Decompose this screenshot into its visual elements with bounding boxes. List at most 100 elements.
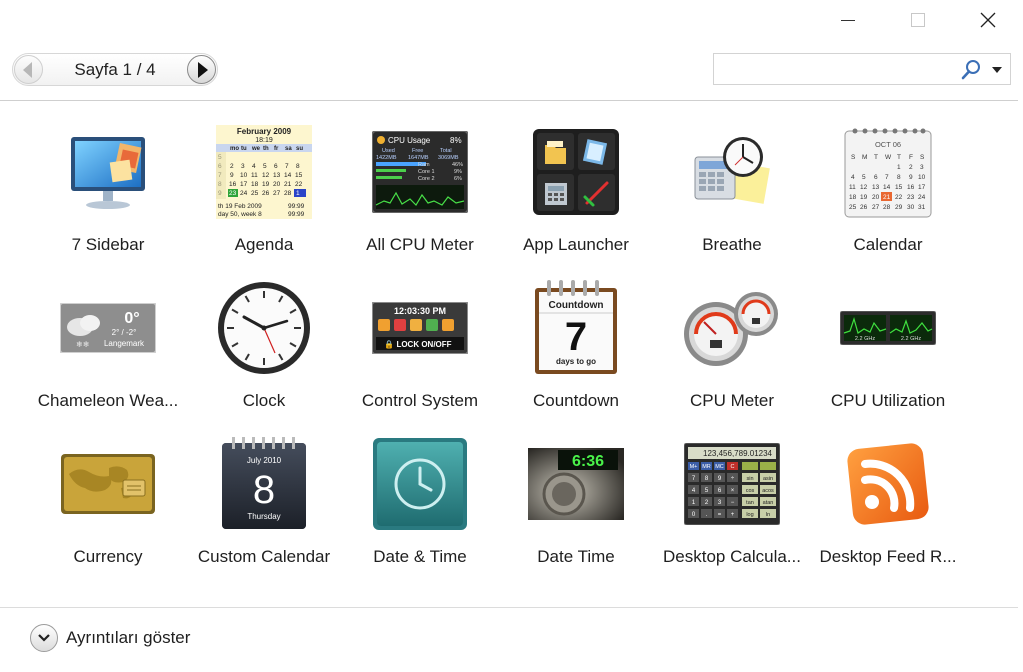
svg-text:19: 19 bbox=[860, 194, 868, 201]
cpu-utilization-gadget-icon: 2.2 GHz 2.2 GHz bbox=[838, 278, 938, 378]
svg-text:28: 28 bbox=[883, 204, 891, 211]
svg-text:13: 13 bbox=[273, 172, 281, 179]
svg-text:23: 23 bbox=[907, 194, 915, 201]
svg-text:29: 29 bbox=[895, 204, 903, 211]
next-page-button[interactable] bbox=[187, 55, 216, 84]
svg-text:MR: MR bbox=[702, 464, 711, 470]
gadget-name: Calendar bbox=[853, 235, 923, 254]
gadget-tile[interactable]: Desktop Feed R... bbox=[810, 434, 966, 590]
gadget-tile[interactable]: 12:03:30 PM 🔒 LOCK ON/OFF Control System bbox=[342, 278, 498, 434]
svg-text:1: 1 bbox=[897, 164, 901, 171]
svg-text:−: − bbox=[731, 500, 735, 506]
cpu-free-value: 1647MB bbox=[408, 155, 429, 161]
svg-text:×: × bbox=[731, 488, 735, 494]
gadget-tile[interactable]: 2.2 GHz 2.2 GHz CPU Utilization bbox=[810, 278, 966, 434]
svg-text:4: 4 bbox=[851, 174, 855, 181]
gadget-tile[interactable]: 7 Sidebar bbox=[30, 122, 186, 278]
control-system-gadget-icon: 12:03:30 PM 🔒 LOCK ON/OFF bbox=[370, 278, 470, 378]
svg-text:99:99: 99:99 bbox=[288, 211, 305, 218]
agenda-footer-date: th 19 Feb 2009 bbox=[218, 203, 262, 210]
calculator-display: 123,456,789.01234 bbox=[703, 449, 773, 458]
gadget-name: Clock bbox=[242, 391, 286, 410]
cpu-meter-dial-gadget-icon bbox=[682, 278, 782, 378]
svg-text:12: 12 bbox=[262, 172, 270, 179]
svg-text:16: 16 bbox=[907, 184, 915, 191]
svg-text:S: S bbox=[851, 154, 856, 161]
svg-text:5: 5 bbox=[862, 174, 866, 181]
sidebar-gadget-icon bbox=[58, 122, 158, 222]
arrow-left-icon bbox=[23, 61, 32, 78]
gadget-tile[interactable]: ❄❄ 0° 2° / -2° Langemark Chameleon Wea..… bbox=[30, 278, 186, 434]
svg-text:16: 16 bbox=[229, 181, 237, 188]
footer-divider bbox=[0, 607, 1018, 608]
gadget-name: Agenda bbox=[234, 235, 294, 254]
svg-text:W: W bbox=[885, 154, 892, 161]
weather-city: Langemark bbox=[104, 339, 145, 348]
svg-text:sin: sin bbox=[746, 476, 753, 482]
custom-calendar-month: July 2010 bbox=[247, 456, 282, 465]
maximize-button[interactable] bbox=[883, 0, 953, 40]
gadget-name: Chameleon Wea... bbox=[37, 391, 179, 410]
svg-text:❄❄: ❄❄ bbox=[76, 340, 89, 349]
svg-text:2: 2 bbox=[909, 164, 913, 171]
gadget-tile[interactable]: February 2009 18:19 mo tu we th fr sa su… bbox=[186, 122, 342, 278]
gadget-tile[interactable]: OCT 06 SMTWTFS 123 4 5 6 7 8 9 10 11 12 13 14 15 16… bbox=[810, 122, 966, 278]
svg-text:T: T bbox=[874, 154, 878, 161]
gadget-tile[interactable]: App Launcher bbox=[498, 122, 654, 278]
svg-text:MC: MC bbox=[715, 464, 724, 470]
cpu-used-label: Used bbox=[382, 148, 395, 154]
svg-text:20: 20 bbox=[872, 194, 880, 201]
agenda-day: sa bbox=[285, 146, 292, 152]
cpuutil-right-label: 2.2 GHz bbox=[901, 336, 921, 342]
svg-text:8: 8 bbox=[897, 174, 901, 181]
gadget-tile[interactable]: CPU Meter bbox=[654, 278, 810, 434]
cpu-percent: 8% bbox=[450, 136, 462, 145]
gadget-tile[interactable]: CPU Usage 8% Used Free Total 1422MB 1647… bbox=[342, 122, 498, 278]
agenda-day: th bbox=[263, 146, 269, 152]
calendar-gadget-icon: OCT 06 SMTWTFS 123 4 5 6 7 8 9 10 11 12 13 14 15 16… bbox=[838, 122, 938, 222]
countdown-title: Countdown bbox=[549, 300, 604, 311]
gadget-tile[interactable]: 6:36 Date Time bbox=[498, 434, 654, 590]
cpu-total-label: Total bbox=[440, 148, 452, 154]
maximize-icon bbox=[911, 13, 925, 27]
control-time: 12:03:30 PM bbox=[394, 306, 446, 316]
agenda-day: we bbox=[251, 146, 261, 152]
gadget-tile[interactable]: Breathe bbox=[654, 122, 810, 278]
svg-text:21: 21 bbox=[284, 181, 292, 188]
weather-temp: 0° bbox=[124, 310, 139, 327]
gadget-tile[interactable]: Currency bbox=[30, 434, 186, 590]
date-time-photo-gadget-icon: 6:36 bbox=[526, 434, 626, 534]
breathe-gadget-icon bbox=[682, 122, 782, 222]
svg-text:9: 9 bbox=[230, 172, 234, 179]
svg-text:24: 24 bbox=[918, 194, 926, 201]
search-icon[interactable] bbox=[960, 59, 982, 81]
date-time-clock-gadget-icon bbox=[370, 434, 470, 534]
svg-text:27: 27 bbox=[273, 190, 281, 197]
countdown-number: 7 bbox=[565, 315, 587, 359]
svg-text:10: 10 bbox=[918, 174, 926, 181]
gadget-tile[interactable]: Clock bbox=[186, 278, 342, 434]
svg-text:7: 7 bbox=[285, 163, 289, 170]
close-button[interactable] bbox=[953, 0, 1023, 40]
expand-button[interactable] bbox=[30, 624, 58, 652]
svg-text:M+: M+ bbox=[690, 464, 698, 470]
gadget-name: App Launcher bbox=[523, 235, 629, 254]
gadget-tile[interactable]: 123,456,789.01234 M+ MR MC C 7 8 9 ÷ 4 5… bbox=[654, 434, 810, 590]
svg-text:23: 23 bbox=[229, 190, 237, 197]
minimize-button[interactable] bbox=[813, 0, 883, 40]
previous-page-button[interactable] bbox=[14, 55, 43, 84]
cpu-ram-label: Ram bbox=[418, 162, 430, 168]
svg-text:20: 20 bbox=[273, 181, 281, 188]
gadget-tile[interactable]: Countdown 7 days to go Countdown bbox=[498, 278, 654, 434]
minimize-icon bbox=[841, 19, 855, 21]
search-input[interactable] bbox=[718, 57, 956, 81]
search-dropdown-icon[interactable] bbox=[992, 67, 1002, 73]
gadget-tile[interactable]: Date & Time bbox=[342, 434, 498, 590]
svg-text:12: 12 bbox=[860, 184, 868, 191]
gadget-tile[interactable]: July 2010 8 Thursday Custom Calendar bbox=[186, 434, 342, 590]
page-navigator: Sayfa 1 / 4 bbox=[12, 53, 218, 86]
svg-text:14: 14 bbox=[284, 172, 292, 179]
svg-text:99:99: 99:99 bbox=[288, 203, 305, 210]
show-details-toggle[interactable]: Ayrıntıları göster bbox=[30, 623, 190, 653]
cpu-core2-percent: 6% bbox=[454, 176, 462, 182]
